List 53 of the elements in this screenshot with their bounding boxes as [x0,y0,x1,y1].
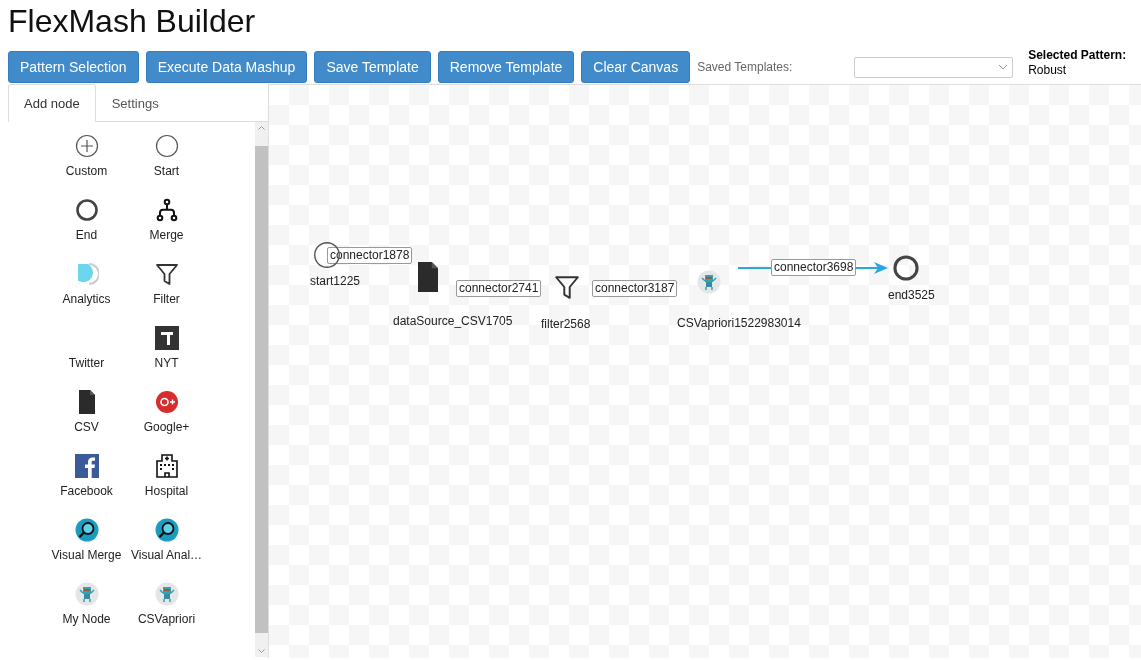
facebook-icon [74,454,99,478]
merge-icon [154,198,179,222]
robot-icon[interactable] [697,270,721,294]
chevron-down-icon [998,64,1009,70]
node-label: end3525 [888,288,935,302]
connector-label[interactable]: connector3187 [592,280,678,297]
palette-item[interactable]: Merge [149,228,184,242]
robot-icon [74,582,99,606]
circle-icon [74,198,99,222]
hospital-icon [154,454,179,478]
connector-label[interactable]: connector3698 [771,259,857,276]
palette-item[interactable]: Facebook [60,484,113,498]
node-label: start1225 [310,274,361,288]
selected-pattern-label: Selected Pattern: [1028,48,1127,63]
palette-item[interactable]: CSVapriori [137,612,196,626]
connector-label[interactable]: connector1878 [327,247,413,264]
palette-item[interactable]: Filter [153,292,180,306]
palette-item[interactable]: Visual Anal… [130,548,203,562]
palette-item[interactable]: Twitter [68,356,105,370]
robot-icon [154,582,179,606]
palette-item[interactable]: Visual Merge [51,548,122,562]
palette-item[interactable]: Hospital [144,484,189,498]
palette-item[interactable]: End [75,228,98,242]
magnifier-icon [154,518,179,542]
node-label: filter2568 [541,317,591,331]
filter-icon [154,262,179,286]
plus-icon [74,134,99,158]
toolbar-button[interactable]: Clear Canvas [581,51,691,83]
circle-icon[interactable] [892,254,920,282]
magnifier-icon [74,518,99,542]
palette-item[interactable]: Google+ [143,420,190,434]
node-label: CSVapriori1522983014 [677,316,801,330]
node-label: dataSource_CSV1705 [393,314,513,328]
tab[interactable]: Settings [95,84,175,122]
palette-item[interactable]: Custom [65,164,108,178]
app-title: FlexMash Builder [7,2,257,41]
toolbar-button[interactable]: Save Template [314,51,431,83]
toolbar-button[interactable]: Remove Template [437,51,575,83]
palette-item[interactable]: CSV [74,420,99,434]
toolbar-button[interactable]: Pattern Selection [8,51,139,83]
palette-item[interactable]: Analytics [62,292,111,306]
toolbar-button[interactable]: Execute Data Mashup [145,51,308,83]
palette-item[interactable]: NYT [154,356,179,370]
palette-item[interactable]: My Node [62,612,111,626]
connector-label[interactable]: connector2741 [456,280,542,297]
tab[interactable]: Add node [8,84,96,122]
gplus-icon [154,390,179,414]
circle-icon [154,134,179,158]
palette-item[interactable]: Start [153,164,180,178]
filter-icon[interactable] [554,274,580,300]
selected-pattern-value: Robust [1028,63,1067,77]
field-label: Saved Templates: [697,60,794,74]
newspaper-icon [154,326,179,350]
